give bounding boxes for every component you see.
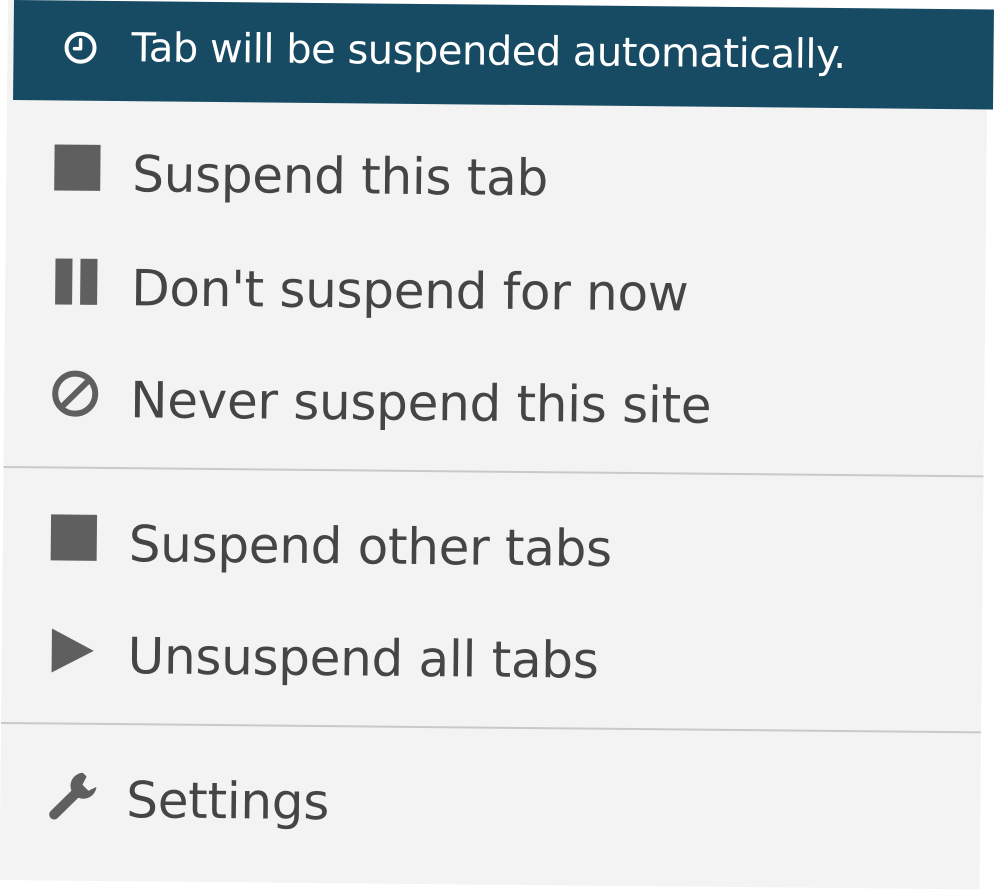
dont-suspend-for-now-item[interactable]: Don't suspend for now xyxy=(5,240,986,349)
never-suspend-this-site-item[interactable]: Never suspend this site xyxy=(4,350,985,459)
unsuspend-all-tabs-item[interactable]: Unsuspend all tabs xyxy=(1,606,982,715)
suspend-other-tabs-label: Suspend other tabs xyxy=(128,515,613,578)
unsuspend-all-tabs-label: Unsuspend all tabs xyxy=(127,627,599,690)
suspend-other-tabs-item[interactable]: Suspend other tabs xyxy=(2,496,983,605)
settings-label: Settings xyxy=(126,771,330,832)
menu-divider xyxy=(1,721,982,734)
pause-icon xyxy=(55,258,98,305)
clock-icon xyxy=(64,31,97,64)
menu-divider xyxy=(3,465,984,478)
dont-suspend-for-now-label: Don't suspend for now xyxy=(130,259,689,323)
stop-square-icon xyxy=(50,514,98,561)
never-suspend-this-site-label: Never suspend this site xyxy=(129,371,712,435)
menu-panel: Tab will be suspended automatically. Sus… xyxy=(0,0,994,890)
tab-suspender-popup: Tab will be suspended automatically. Sus… xyxy=(0,0,1000,891)
settings-item[interactable]: Settings xyxy=(0,752,981,861)
stop-square-icon xyxy=(54,144,101,191)
status-banner: Tab will be suspended automatically. xyxy=(13,0,994,110)
play-icon xyxy=(51,628,94,673)
status-text: Tab will be suspended automatically. xyxy=(131,25,846,79)
suspend-this-tab-item[interactable]: Suspend this tab xyxy=(6,128,987,237)
wrench-icon xyxy=(49,772,97,820)
suspend-this-tab-label: Suspend this tab xyxy=(132,145,549,208)
prohibited-icon xyxy=(52,370,99,417)
